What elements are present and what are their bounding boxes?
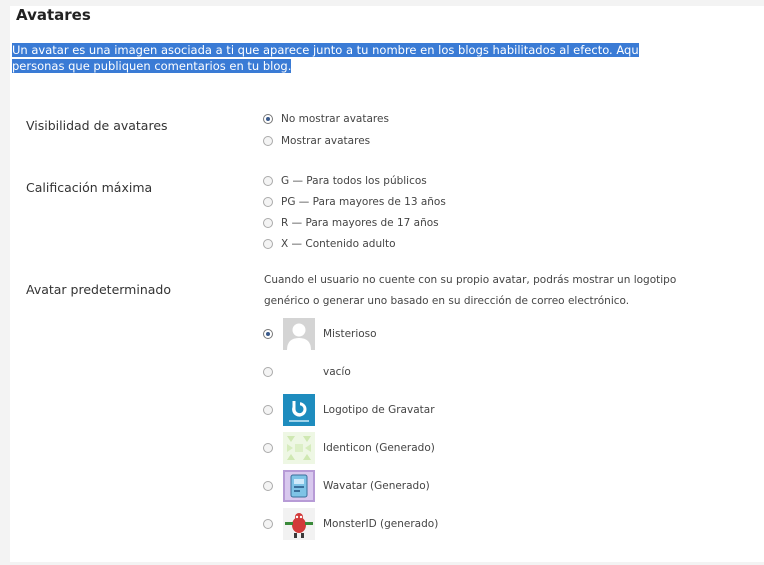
radio-button[interactable] [263,367,273,377]
radio-button[interactable] [263,218,273,228]
rating-label: Calificación máxima [26,180,153,195]
option-label: Wavatar (Generado) [323,480,430,492]
rating-option-r[interactable]: R — Para mayores de 17 años [263,215,439,231]
radio-button[interactable] [263,136,273,146]
option-label: No mostrar avatares [281,113,389,125]
default-avatar-option-wavatar[interactable]: Wavatar (Generado) [263,470,430,502]
description-line-2: personas que publiquen comentarios en tu… [12,59,292,73]
option-label: PG — Para mayores de 13 años [281,196,446,208]
default-avatar-label: Avatar predeterminado [26,282,171,297]
monsterid-icon [283,508,315,540]
option-label: Identicon (Generado) [323,442,435,454]
identicon-icon [283,432,315,464]
radio-button[interactable] [263,405,273,415]
radio-button[interactable] [263,519,273,529]
rating-option-pg[interactable]: PG — Para mayores de 13 años [263,194,446,210]
radio-button[interactable] [263,443,273,453]
radio-button[interactable] [263,197,273,207]
visibility-option-hide[interactable]: No mostrar avatares [263,111,389,127]
option-label: Misterioso [323,328,377,340]
radio-button[interactable] [263,239,273,249]
mystery-person-icon [283,318,315,350]
default-avatar-option-mystery[interactable]: Misterioso [263,318,377,350]
option-label: X — Contenido adulto [281,238,396,250]
radio-button[interactable] [263,114,273,124]
radio-button[interactable] [263,481,273,491]
rating-option-g[interactable]: G — Para todos los públicos [263,173,427,189]
wavatar-icon [283,470,315,502]
visibility-option-show[interactable]: Mostrar avatares [263,133,370,149]
default-avatar-option-blank[interactable]: vacío [263,356,351,388]
default-avatar-option-identicon[interactable]: Identicon (Generado) [263,432,435,464]
description-line-1: Cuando el usuario no cuente con su propi… [264,274,677,286]
option-label: Logotipo de Gravatar [323,404,435,416]
visibility-label: Visibilidad de avatares [26,118,168,133]
rating-option-x[interactable]: X — Contenido adulto [263,236,396,252]
radio-button[interactable] [263,176,273,186]
description-line-1: Un avatar es una imagen asociada a ti qu… [12,43,639,57]
option-label: Mostrar avatares [281,135,371,147]
gravatar-logo-icon [283,394,315,426]
blank-icon [283,356,315,388]
description-line-2: genérico o generar uno basado en su dire… [264,295,630,307]
default-avatar-option-gravatar[interactable]: Logotipo de Gravatar [263,394,435,426]
default-avatar-option-monsterid[interactable]: MonsterID (generado) [263,508,438,540]
option-label: vacío [323,366,351,378]
option-label: G — Para todos los públicos [281,175,427,187]
option-label: MonsterID (generado) [323,518,439,530]
default-avatar-description: Cuando el usuario no cuente con su propi… [264,270,744,312]
option-label: R — Para mayores de 17 años [281,217,439,229]
section-description: Un avatar es una imagen asociada a ti qu… [12,42,757,74]
section-title: Avatares [16,6,91,24]
radio-button[interactable] [263,329,273,339]
